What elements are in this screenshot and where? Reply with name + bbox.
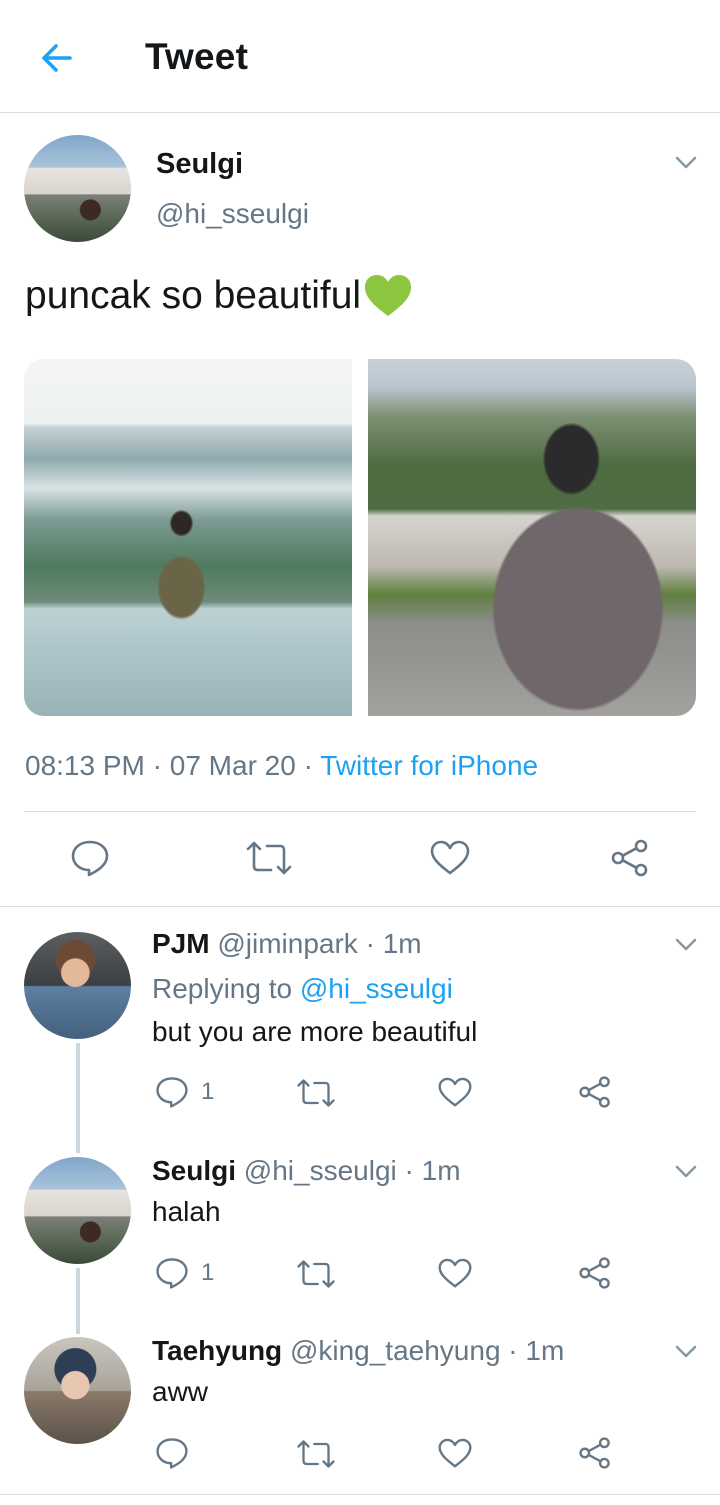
tweet-source-link[interactable]: Twitter for iPhone (320, 750, 538, 781)
share-button[interactable] (578, 1436, 612, 1470)
retweet-icon (297, 1440, 335, 1468)
avatar[interactable] (24, 135, 131, 242)
thread-connector (76, 1043, 80, 1153)
heart-icon (430, 840, 470, 875)
avatar[interactable] (24, 1157, 131, 1264)
avatar[interactable] (24, 932, 131, 1039)
divider (0, 1494, 720, 1495)
tweet-text: puncak so beautiful (25, 274, 413, 318)
comment-icon (156, 1438, 188, 1469)
reply-author-handle[interactable]: @hi_sseulgi (244, 1155, 397, 1186)
share-button[interactable] (610, 838, 650, 878)
reply-text: aww (152, 1376, 209, 1407)
reply-button[interactable] (70, 838, 110, 878)
divider (24, 811, 696, 812)
chevron-down-icon (675, 938, 697, 951)
tweet-time: 08:13 PM (25, 750, 145, 781)
replying-prefix: Replying to (152, 973, 293, 1004)
page-title: Tweet (145, 36, 249, 77)
thread-connector (76, 1268, 80, 1334)
share-button[interactable] (578, 1256, 612, 1290)
tweet-media (24, 359, 696, 716)
replying-to: Replying to @hi_sseulgi (152, 973, 453, 1005)
retweet-icon (246, 841, 292, 875)
chevron-down-icon (675, 1165, 697, 1178)
reply-count: 1 (201, 1078, 215, 1105)
back-button[interactable] (32, 34, 80, 82)
top-bar: Tweet (0, 0, 720, 113)
retweet-button[interactable] (296, 1078, 336, 1108)
share-button[interactable] (578, 1075, 612, 1109)
reply-text: but you are more beautiful (152, 1016, 478, 1047)
comment-icon (156, 1077, 188, 1108)
reply-menu-button[interactable] (671, 935, 701, 955)
heart-icon (438, 1077, 472, 1107)
like-button[interactable] (438, 1077, 472, 1108)
like-button[interactable] (438, 1258, 472, 1289)
share-icon (579, 1257, 610, 1289)
reply-time: 1m (421, 1155, 461, 1186)
avatar[interactable] (24, 1337, 131, 1444)
reply-text: halah (152, 1196, 221, 1227)
tweet-body: puncak so beautiful (25, 274, 362, 317)
reply-header: Taehyung @king_taehyung · 1m (152, 1335, 565, 1366)
like-button[interactable] (438, 1438, 472, 1469)
arrow-left-icon (42, 44, 72, 72)
reply-count: 1 (201, 1259, 215, 1286)
reply-button[interactable] (155, 1436, 189, 1470)
reply-button[interactable]: 1 (155, 1075, 214, 1109)
retweet-button[interactable] (296, 1439, 336, 1469)
reply-menu-button[interactable] (671, 1342, 701, 1362)
share-icon (611, 839, 648, 877)
divider (0, 906, 720, 907)
retweet-button[interactable] (245, 840, 293, 876)
reply-author-name[interactable]: PJM (152, 928, 210, 959)
share-icon (579, 1437, 610, 1469)
tweet-date: 07 Mar 20 (169, 750, 296, 781)
tweet-photo-1[interactable] (24, 359, 352, 716)
tweet-meta: 08:13 PM · 07 Mar 20 · Twitter for iPhon… (25, 750, 539, 781)
reply-author-name[interactable]: Taehyung (152, 1335, 282, 1366)
chevron-down-icon (675, 1345, 697, 1358)
heart-icon (438, 1438, 472, 1468)
author-handle[interactable]: @hi_sseulgi (156, 198, 309, 230)
retweet-icon (297, 1079, 335, 1107)
replying-to-link[interactable]: @hi_sseulgi (300, 973, 453, 1004)
reply-button[interactable]: 1 (155, 1256, 214, 1290)
reply-author-name[interactable]: Seulgi (152, 1155, 236, 1186)
reply-menu-button[interactable] (671, 1162, 701, 1182)
reply-time: 1m (382, 928, 422, 959)
comment-icon (71, 840, 109, 877)
chevron-down-icon (675, 156, 697, 169)
reply-author-handle[interactable]: @king_taehyung (290, 1335, 501, 1366)
retweet-button[interactable] (296, 1259, 336, 1289)
reply-time: 1m (525, 1335, 565, 1366)
reply-header: Seulgi @hi_sseulgi · 1m (152, 1155, 461, 1186)
reply-author-handle[interactable]: @jiminpark (217, 928, 357, 959)
tweet-menu-button[interactable] (671, 153, 701, 173)
share-icon (579, 1076, 610, 1108)
reply-header: PJM @jiminpark · 1m (152, 928, 422, 959)
tweet-photo-2[interactable] (368, 359, 696, 716)
like-button[interactable] (430, 840, 470, 876)
comment-icon (156, 1258, 188, 1289)
green-heart-emoji (363, 274, 413, 318)
retweet-icon (297, 1260, 335, 1288)
author-name[interactable]: Seulgi (156, 148, 243, 181)
heart-icon (438, 1258, 472, 1288)
